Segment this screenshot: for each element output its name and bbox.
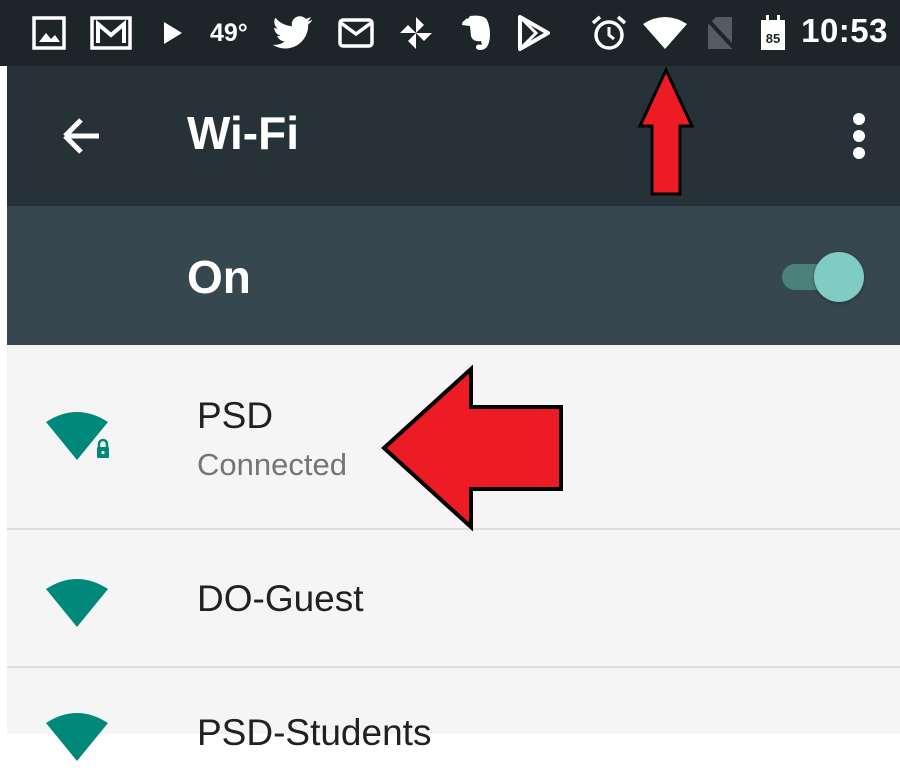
play-store-icon — [516, 14, 552, 52]
annotation-arrow-left — [381, 364, 563, 532]
calendar-day: 85 — [766, 31, 780, 46]
network-status: Connected — [197, 447, 347, 482]
status-bar: 49° 85 10:53 — [0, 0, 900, 66]
wifi-icon — [45, 576, 117, 637]
wifi-toggle[interactable] — [782, 250, 864, 302]
wifi-signal-icon — [642, 14, 688, 52]
network-name: PSD — [197, 395, 274, 436]
weather-temperature: 49° — [210, 18, 248, 47]
image-icon — [32, 14, 66, 52]
annotation-arrow-up — [637, 66, 695, 196]
more-vert-icon[interactable] — [852, 112, 866, 160]
app-bar: Wi-Fi — [7, 66, 900, 206]
pinwheel-icon — [398, 14, 434, 52]
evernote-icon — [458, 14, 494, 52]
clock: 10:53 — [801, 12, 888, 49]
wifi-master-switch-bar[interactable]: On — [7, 206, 900, 345]
page-title: Wi-Fi — [187, 107, 299, 159]
wifi-icon — [45, 710, 117, 771]
gmail-icon — [90, 14, 132, 52]
network-item-do-guest[interactable]: DO-Guest — [7, 530, 900, 666]
play-icon — [162, 14, 184, 52]
no-sim-icon — [706, 14, 734, 52]
back-arrow-icon[interactable] — [55, 110, 107, 162]
alarm-icon — [590, 14, 628, 52]
mail-icon — [338, 14, 374, 52]
network-name: DO-Guest — [197, 578, 364, 619]
network-item-psd-students[interactable]: PSD-Students — [7, 668, 900, 761]
network-name: PSD-Students — [197, 712, 432, 753]
calendar-icon: 85 — [760, 14, 786, 52]
wifi-locked-icon — [45, 409, 117, 470]
twitter-icon — [272, 14, 314, 52]
switch-label: On — [187, 251, 251, 303]
toggle-thumb — [814, 252, 864, 302]
